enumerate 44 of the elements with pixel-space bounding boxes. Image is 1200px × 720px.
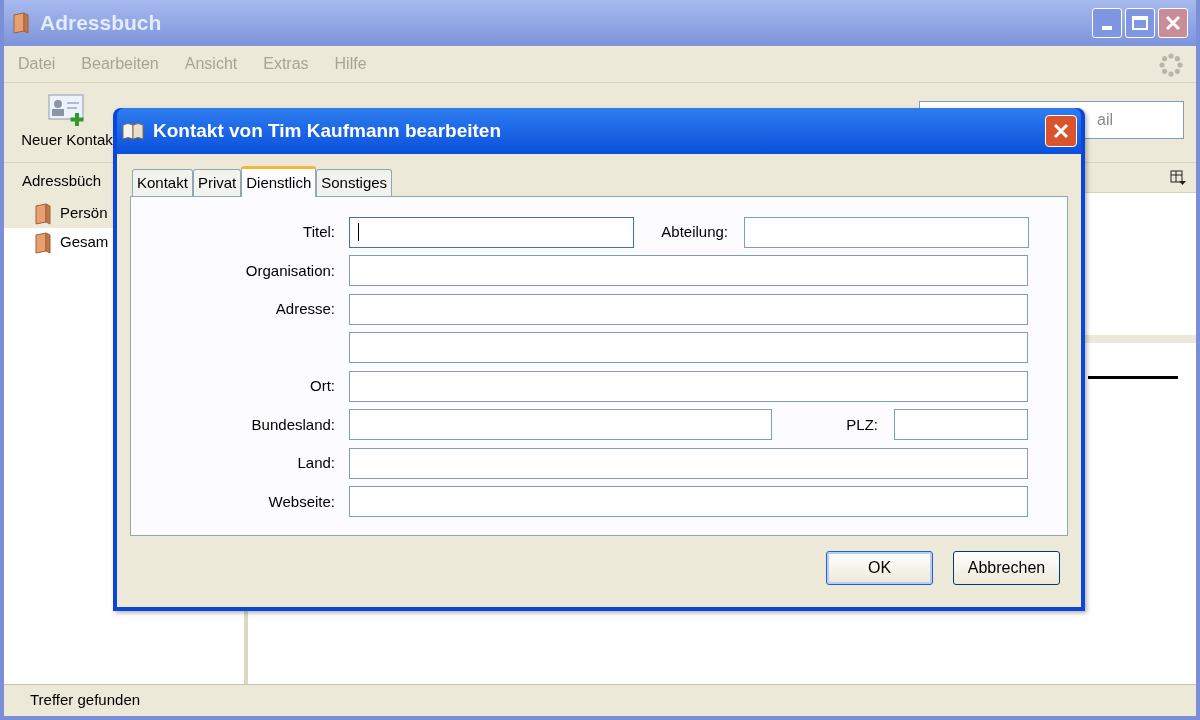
input-field[interactable] bbox=[349, 332, 1028, 364]
book-icon bbox=[34, 231, 52, 254]
book-icon bbox=[12, 12, 30, 34]
book-icon bbox=[34, 202, 52, 225]
dialog-button[interactable]: OK bbox=[826, 551, 933, 585]
maximize-button[interactable] bbox=[1125, 8, 1155, 38]
contact-card-icon bbox=[47, 93, 87, 128]
field-label: Webseite: bbox=[267, 491, 336, 512]
field-label: Organisation: bbox=[244, 260, 336, 281]
input-field[interactable] bbox=[349, 409, 772, 441]
field-label: Ort: bbox=[309, 376, 336, 396]
field-label: Abteilung: bbox=[660, 222, 729, 242]
close-button[interactable] bbox=[1158, 8, 1188, 38]
activity-icon bbox=[1158, 52, 1184, 78]
tab[interactable]: Privat bbox=[192, 169, 242, 196]
sidebar-item[interactable]: Gesam bbox=[4, 228, 244, 257]
input-field[interactable] bbox=[349, 255, 1028, 287]
input-field[interactable] bbox=[894, 409, 1028, 441]
column-picker-icon[interactable] bbox=[1170, 169, 1186, 186]
status-text: Treffer gefunden bbox=[30, 690, 141, 711]
field-label: PLZ: bbox=[845, 414, 879, 435]
dialog-title: Kontakt von Tim Kaufmann bearbeiten bbox=[153, 118, 502, 143]
input-field[interactable] bbox=[349, 370, 1028, 402]
input-field[interactable] bbox=[349, 447, 1028, 479]
close-icon bbox=[1165, 15, 1181, 31]
close-button[interactable] bbox=[1045, 115, 1077, 147]
input-field[interactable] bbox=[349, 293, 1028, 325]
tab[interactable]: Dienstlich bbox=[241, 166, 317, 197]
close-icon bbox=[1053, 123, 1069, 139]
minimize-button[interactable] bbox=[1092, 8, 1122, 38]
field-label: Adresse: bbox=[274, 299, 336, 319]
field-label: Bundesland: bbox=[250, 414, 336, 435]
tab[interactable]: Kontakt bbox=[132, 169, 193, 196]
input-field[interactable] bbox=[349, 216, 634, 248]
field-label: Titel: bbox=[302, 222, 336, 242]
tab[interactable]: Sonstiges bbox=[316, 169, 393, 196]
input-field[interactable] bbox=[744, 216, 1029, 248]
window-title: Adressbuch bbox=[40, 10, 162, 37]
field-label: Land: bbox=[296, 453, 336, 473]
open-book-icon bbox=[121, 121, 145, 141]
sidebar-header: Adressbüch bbox=[22, 170, 102, 191]
text-cursor bbox=[358, 223, 359, 242]
input-field[interactable] bbox=[349, 486, 1028, 518]
dialog-button[interactable]: Abbrechen bbox=[953, 551, 1060, 585]
